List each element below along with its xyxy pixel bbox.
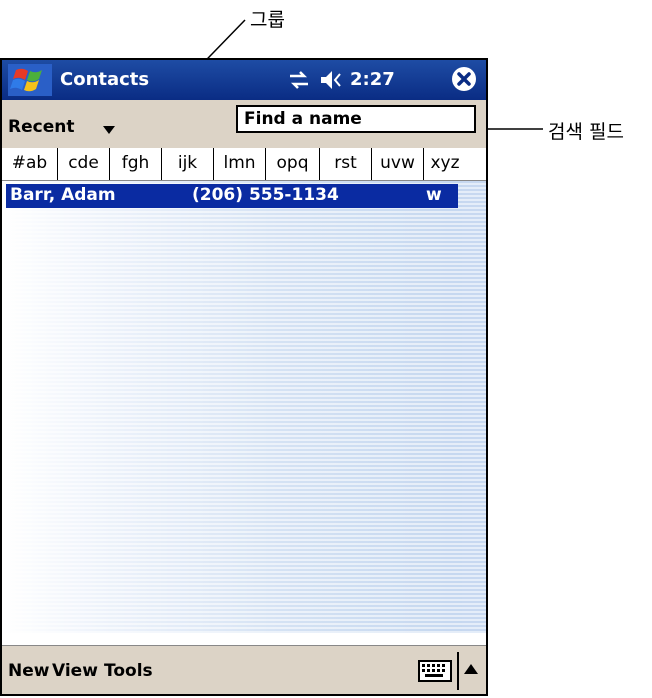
tab-opq[interactable]: opq [266,148,320,180]
control-bar: Recent [2,100,486,148]
arrow-up-icon[interactable] [464,664,478,674]
tab-rst[interactable]: rst [320,148,372,180]
tab-fgh[interactable]: fgh [110,148,162,180]
start-flag-icon[interactable] [8,64,52,96]
contact-name: Barr, Adam [10,185,116,205]
search-input[interactable] [236,105,476,133]
chevron-down-icon[interactable] [103,126,115,134]
contact-row[interactable]: Barr, Adam (206) 555-1134 w [6,184,458,208]
callout-group-label: 그룹 [250,9,285,31]
tab-ijk[interactable]: ijk [162,148,214,180]
tab-ab[interactable]: #ab [2,148,58,180]
tab-cde[interactable]: cde [58,148,110,180]
menu-tools[interactable]: Tools [104,661,153,681]
contact-phone-type: w [426,185,442,205]
device-screen: Contacts 2:27 Recent #ab cde fgh ijk lmn… [0,58,488,696]
volume-icon[interactable] [320,70,346,90]
menu-new[interactable]: New [8,661,49,681]
tab-lmn[interactable]: lmn [214,148,266,180]
close-icon[interactable] [451,66,477,92]
list-scroll-area[interactable] [462,181,486,633]
keyboard-icon[interactable] [418,660,452,682]
callout-search-field-label: 검색 필드 [548,121,624,143]
clock[interactable]: 2:27 [350,69,395,90]
menu-separator [457,652,459,690]
title-bar: Contacts 2:27 [2,60,486,100]
menu-bar: New View Tools [2,645,486,694]
alphabet-tabs: #ab cde fgh ijk lmn opq rst uvw xyz [2,148,486,181]
tab-uvw[interactable]: uvw [372,148,424,180]
app-title: Contacts [60,69,150,90]
contact-list: Barr, Adam (206) 555-1134 w [2,181,486,633]
menu-view[interactable]: View [52,661,98,681]
connectivity-icon[interactable] [288,70,310,90]
category-dropdown[interactable]: Recent [8,117,74,137]
contact-phone: (206) 555-1134 [192,185,339,205]
tab-xyz[interactable]: xyz [424,148,466,180]
